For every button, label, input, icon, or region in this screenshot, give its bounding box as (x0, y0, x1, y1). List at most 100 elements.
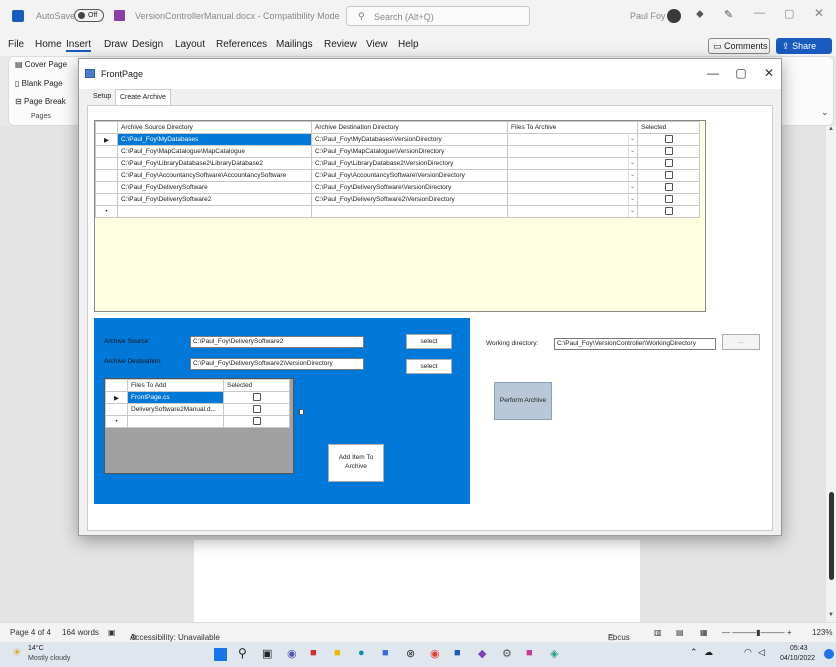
volume-icon[interactable]: ◁ (758, 647, 765, 658)
dialog-title-bar[interactable]: FrontPage — ▢ ✕ (79, 59, 781, 89)
table-row[interactable]: C:\Paul_Foy\LibraryDatabase2\LibraryData… (95, 157, 700, 170)
avatar[interactable] (667, 9, 681, 23)
weather-temp[interactable]: 14°C (28, 645, 44, 652)
cover-page-button[interactable]: ▤ Cover Page (15, 60, 67, 69)
new-row[interactable]: • ⌄ (95, 205, 700, 218)
comments-button[interactable]: ▭ Comments (708, 38, 770, 54)
row-header[interactable] (95, 169, 118, 182)
vertical-scrollbar[interactable]: ▲ ▼ (826, 126, 836, 622)
minimize-icon[interactable]: — (754, 7, 765, 19)
column-header[interactable]: Archive Source Directory (117, 121, 312, 134)
tab-create-archive[interactable]: Create Archive (115, 89, 171, 105)
table-row[interactable]: C:\Paul_Foy\AccountancySoftware\Accounta… (95, 169, 700, 182)
page-break-button[interactable]: ⊟ Page Break (15, 97, 66, 106)
source-cell[interactable]: C:\Paul_Foy\MapCatalogue\MapCatalogue (117, 145, 312, 158)
chevron-down-icon[interactable]: ⌄ (628, 171, 636, 181)
diamond-icon[interactable]: ⬥ (696, 8, 704, 21)
table-row[interactable]: ▶ FrontPage.cs (105, 391, 290, 404)
files-grid[interactable]: Files To Add Selected ▶ FrontPage.cs Del… (104, 378, 304, 474)
archive-grid[interactable]: Archive Source Directory Archive Destina… (94, 120, 706, 312)
column-header[interactable]: Selected (637, 121, 700, 134)
resize-handle-icon[interactable] (299, 409, 304, 415)
media-icon[interactable]: ■ (310, 647, 317, 659)
new-row[interactable]: • (105, 415, 290, 428)
dest-cell[interactable]: C:\Paul_Foy\AccountancySoftware\VersionD… (311, 169, 508, 182)
archive-destination-input[interactable]: C:\Paul_Foy\DeliverySoftware2\VersionDir… (190, 358, 364, 370)
edge-icon[interactable]: ● (358, 647, 365, 659)
source-cell[interactable] (117, 205, 312, 218)
tab-insert[interactable]: Insert (66, 39, 92, 52)
source-cell[interactable]: C:\Paul_Foy\DeliverySoftware2 (117, 193, 312, 206)
blank-page-button[interactable]: ▯ Blank Page (15, 79, 63, 88)
chat-icon[interactable]: ◉ (287, 647, 297, 660)
column-header[interactable]: Files To Add (127, 379, 224, 392)
taskbar-search-icon[interactable]: ⚲ (238, 646, 247, 660)
dest-cell[interactable]: C:\Paul_Foy\MapCatalogue\VersionDirector… (311, 145, 508, 158)
document-title[interactable]: VersionControllerManual.docx - Compatibi… (135, 11, 340, 21)
start-icon[interactable] (214, 648, 227, 661)
new-row-marker-icon[interactable]: • (105, 415, 128, 428)
chrome-icon[interactable]: ◉ (430, 647, 440, 660)
selected-checkbox[interactable] (252, 404, 261, 413)
tray-chevron-icon[interactable]: ⌃ (690, 647, 698, 658)
row-header[interactable] (95, 157, 118, 170)
file-cell[interactable]: DeliverySoftware2Manual.d... (127, 403, 224, 416)
chevron-down-icon[interactable]: ⌄ (628, 195, 636, 205)
scroll-thumb[interactable] (829, 492, 834, 580)
store-icon[interactable]: ■ (382, 647, 389, 659)
files-combo[interactable]: ⌄ (507, 169, 638, 182)
file-cell[interactable]: FrontPage.cs (127, 391, 224, 404)
restore-icon[interactable]: ▢ (784, 7, 794, 20)
column-header[interactable]: Selected (223, 379, 290, 392)
chevron-down-icon[interactable]: ⌄ (628, 159, 636, 169)
selected-checkbox[interactable] (664, 146, 673, 155)
dest-cell[interactable]: C:\Paul_Foy\LibraryDatabase2\VersionDire… (311, 157, 508, 170)
row-header[interactable] (95, 193, 118, 206)
chevron-down-icon[interactable]: ⌄ (628, 183, 636, 193)
xbox-icon[interactable]: ⊗ (406, 647, 415, 660)
dest-cell[interactable]: C:\Paul_Foy\DeliverySoftware2\VersionDir… (311, 193, 508, 206)
selected-checkbox[interactable] (664, 194, 673, 203)
row-pointer-icon[interactable]: ▶ (105, 391, 128, 404)
scroll-up-icon[interactable]: ▲ (828, 126, 834, 132)
add-item-button[interactable]: Add Item To Archive (328, 444, 384, 482)
row-header[interactable] (105, 403, 128, 416)
selected-checkbox[interactable] (664, 134, 673, 143)
selected-checkbox[interactable] (664, 158, 673, 167)
tab-layout[interactable]: Layout (175, 39, 205, 50)
word-count[interactable]: 164 words (62, 628, 99, 637)
table-row[interactable]: C:\Paul_Foy\MapCatalogue\MapCatalogue C:… (95, 145, 700, 158)
select-source-button[interactable]: select (406, 334, 452, 349)
word-taskbar-icon[interactable]: ■ (454, 647, 461, 659)
pen-icon[interactable]: ✎ (724, 8, 733, 21)
user-name[interactable]: Paul Foy (630, 11, 666, 21)
table-row[interactable]: C:\Paul_Foy\DeliverySoftware2 C:\Paul_Fo… (95, 193, 700, 206)
perform-archive-button[interactable]: Perform Archive (494, 382, 552, 420)
browse-button[interactable]: ... (722, 334, 760, 350)
selected-checkbox[interactable] (252, 392, 261, 401)
dialog-maximize-icon[interactable]: ▢ (733, 65, 749, 81)
winforms-app-icon[interactable]: ■ (526, 647, 533, 659)
app-icon[interactable]: ◈ (550, 647, 558, 660)
row-header[interactable] (95, 181, 118, 194)
tab-references[interactable]: References (216, 39, 267, 50)
selected-checkbox[interactable] (664, 170, 673, 179)
chevron-down-icon[interactable]: ⌄ (628, 147, 636, 157)
autosave-toggle[interactable]: Off (74, 9, 104, 22)
dialog-close-icon[interactable]: ✕ (761, 65, 777, 81)
working-directory-input[interactable]: C:\Paul_Foy\VersionController\WorkingDir… (554, 338, 716, 350)
task-view-icon[interactable]: ▣ (262, 647, 272, 660)
tab-design[interactable]: Design (132, 39, 163, 50)
clock-date[interactable]: 04/10/2022 (780, 655, 815, 662)
table-row[interactable]: ▶ C:\Paul_Foy\MyDatabases C:\Paul_Foy\My… (95, 133, 700, 146)
column-header[interactable]: Files To Archive (507, 121, 638, 134)
row-header[interactable] (95, 145, 118, 158)
tab-home[interactable]: Home (35, 39, 62, 50)
tab-view[interactable]: View (366, 39, 388, 50)
weather-desc[interactable]: Mostly cloudy (28, 655, 70, 662)
search-box[interactable]: ⚲ Search (Alt+Q) (346, 6, 530, 26)
settings-gear-icon[interactable]: ⚙ (502, 647, 512, 660)
tab-help[interactable]: Help (398, 39, 419, 50)
table-row[interactable]: C:\Paul_Foy\DeliverySoftware C:\Paul_Foy… (95, 181, 700, 194)
close-icon[interactable]: ✕ (814, 6, 824, 20)
